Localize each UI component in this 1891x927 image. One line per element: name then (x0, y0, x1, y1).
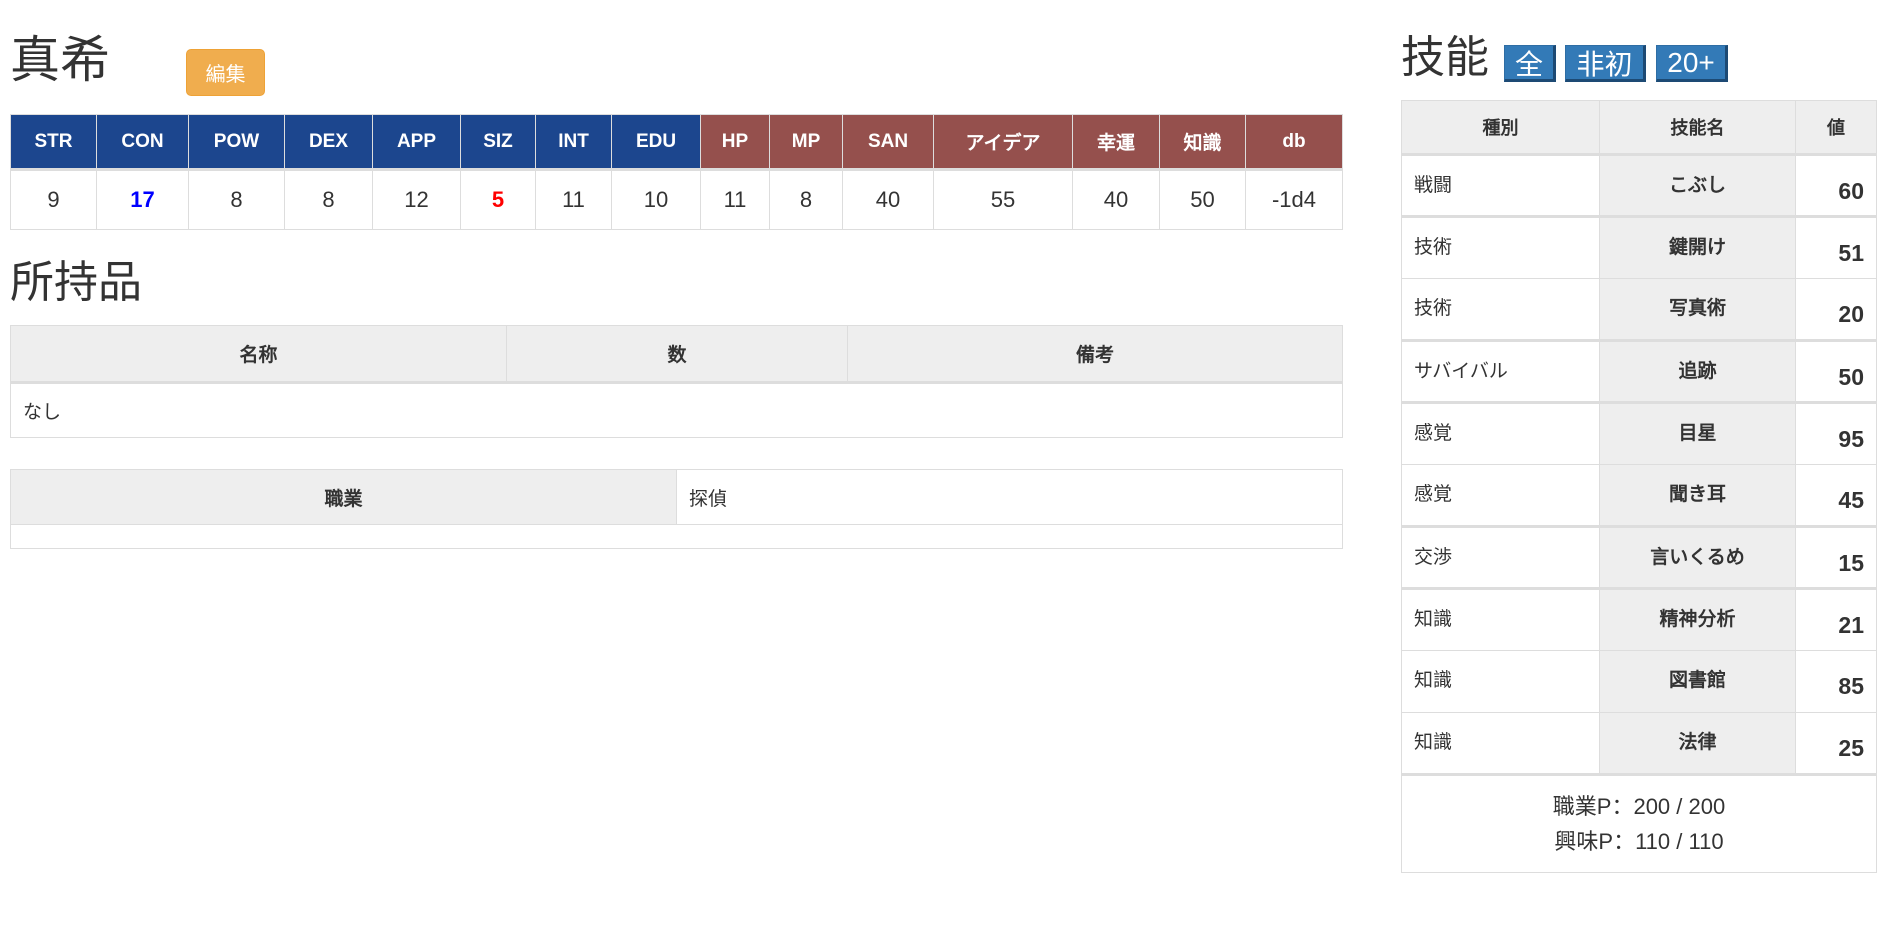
stat-value: 9 (10, 169, 97, 230)
filter-non-initial-button[interactable]: 非初 (1565, 45, 1646, 82)
skill-row: 感覚 聞き耳 45 (1401, 464, 1877, 527)
stat-value: -1d4 (1245, 169, 1343, 230)
skill-value: 50 (1795, 339, 1877, 403)
skill-row: サバイバル 追跡 50 (1401, 339, 1877, 403)
items-header-count: 数 (506, 325, 848, 384)
items-heading: 所持品 (10, 258, 142, 307)
skill-row: 知識 法律 25 (1401, 712, 1877, 775)
stat-header: MP (769, 114, 843, 171)
stat-value: 8 (284, 169, 373, 230)
skill-value: 85 (1795, 650, 1877, 713)
skill-row: 知識 図書館 85 (1401, 650, 1877, 713)
stat-header: DEX (284, 114, 373, 171)
skill-name: こぶし (1599, 154, 1796, 217)
skill-value: 20 (1795, 278, 1877, 341)
skill-name: 精神分析 (1599, 587, 1796, 651)
stat-header: INT (535, 114, 612, 171)
skill-category: 戦闘 (1401, 154, 1600, 217)
filter-all-button[interactable]: 全 (1504, 45, 1556, 82)
items-header-note: 備考 (847, 325, 1343, 384)
stats-table: STR CON POW DEX APP SIZ INT EDU HP MP SA… (10, 114, 1343, 230)
items-header-name: 名称 (10, 325, 507, 384)
edit-button[interactable]: 編集 (186, 49, 265, 96)
skill-name: 写真術 (1599, 278, 1796, 341)
skills-table: 種別 技能名 値 戦闘 こぶし 60 技術 鍵開け 51 技術 写真術 20 サバイバル 追跡… (1401, 100, 1877, 873)
skill-value: 95 (1795, 401, 1877, 465)
stat-value: 10 (611, 169, 701, 230)
stat-value: 11 (535, 169, 612, 230)
skill-name: 法律 (1599, 712, 1796, 775)
stat-header: SAN (842, 114, 934, 171)
skills-header-category: 種別 (1401, 100, 1600, 156)
stats-header-row: STR CON POW DEX APP SIZ INT EDU HP MP SA… (10, 114, 1343, 171)
occupation-label: 職業 (10, 469, 677, 525)
stat-value: 55 (933, 169, 1073, 230)
skill-category: 感覚 (1401, 401, 1600, 465)
filter-20plus-button[interactable]: 20+ (1656, 45, 1728, 82)
stat-header: APP (372, 114, 461, 171)
skill-points-row: 職業P：200 / 200 興味P：110 / 110 (1401, 773, 1877, 873)
skill-points: 職業P：200 / 200 興味P：110 / 110 (1401, 773, 1877, 873)
skill-row: 戦闘 こぶし 60 (1401, 154, 1877, 217)
skill-name: 目星 (1599, 401, 1796, 465)
skill-name: 鍵開け (1599, 215, 1796, 279)
interest-points: 興味P：110 / 110 (1554, 829, 1724, 854)
skills-header-name: 技能名 (1599, 100, 1796, 156)
skill-category: 感覚 (1401, 464, 1600, 527)
character-name: 真希 (10, 32, 110, 88)
skill-category: 知識 (1401, 587, 1600, 651)
skills-heading: 技能 (1401, 33, 1489, 82)
skill-name: 言いくるめ (1599, 525, 1796, 589)
stat-header: 幸運 (1072, 114, 1160, 171)
stat-header: SIZ (460, 114, 536, 171)
occupation-points: 職業P：200 / 200 (1552, 794, 1726, 819)
skill-row: 技術 鍵開け 51 (1401, 215, 1877, 279)
skill-category: 交渉 (1401, 525, 1600, 589)
skill-row: 交渉 言いくるめ 15 (1401, 525, 1877, 589)
skill-category: 知識 (1401, 650, 1600, 713)
skill-row: 技術 写真術 20 (1401, 278, 1877, 341)
occupation-empty-row (10, 524, 1343, 549)
skill-name: 追跡 (1599, 339, 1796, 403)
stat-header: db (1245, 114, 1343, 171)
items-empty: なし (10, 382, 1343, 438)
stat-value: 5 (460, 169, 536, 230)
stat-value: 8 (769, 169, 843, 230)
skill-value: 21 (1795, 587, 1877, 651)
stats-value-row: 9 17 8 8 12 5 11 10 11 8 40 55 40 50 -1d… (10, 169, 1343, 230)
stat-header: POW (188, 114, 285, 171)
skill-value: 51 (1795, 215, 1877, 279)
items-table: 名称 数 備考 なし (10, 325, 1343, 438)
skill-value: 45 (1795, 464, 1877, 527)
stat-value: 12 (372, 169, 461, 230)
skill-row: 感覚 目星 95 (1401, 401, 1877, 465)
stat-header: EDU (611, 114, 701, 171)
skill-value: 60 (1795, 154, 1877, 217)
occupation-value: 探偵 (676, 469, 1343, 525)
stat-value: 11 (700, 169, 770, 230)
stat-header: STR (10, 114, 97, 171)
stat-value: 8 (188, 169, 285, 230)
stat-value: 17 (96, 169, 189, 230)
occupation-table: 職業 探偵 (10, 469, 1343, 549)
skill-category: 知識 (1401, 712, 1600, 775)
skill-name: 図書館 (1599, 650, 1796, 713)
skill-value: 15 (1795, 525, 1877, 589)
skill-name: 聞き耳 (1599, 464, 1796, 527)
skill-category: サバイバル (1401, 339, 1600, 403)
stat-header: アイデア (933, 114, 1073, 171)
stat-header: 知識 (1159, 114, 1246, 171)
skill-category: 技術 (1401, 278, 1600, 341)
skills-header-value: 値 (1795, 100, 1877, 156)
stat-value: 40 (1072, 169, 1160, 230)
skill-category: 技術 (1401, 215, 1600, 279)
stat-header: CON (96, 114, 189, 171)
stat-header: HP (700, 114, 770, 171)
stat-value: 40 (842, 169, 934, 230)
skill-row: 知識 精神分析 21 (1401, 587, 1877, 651)
stat-value: 50 (1159, 169, 1246, 230)
skill-value: 25 (1795, 712, 1877, 775)
